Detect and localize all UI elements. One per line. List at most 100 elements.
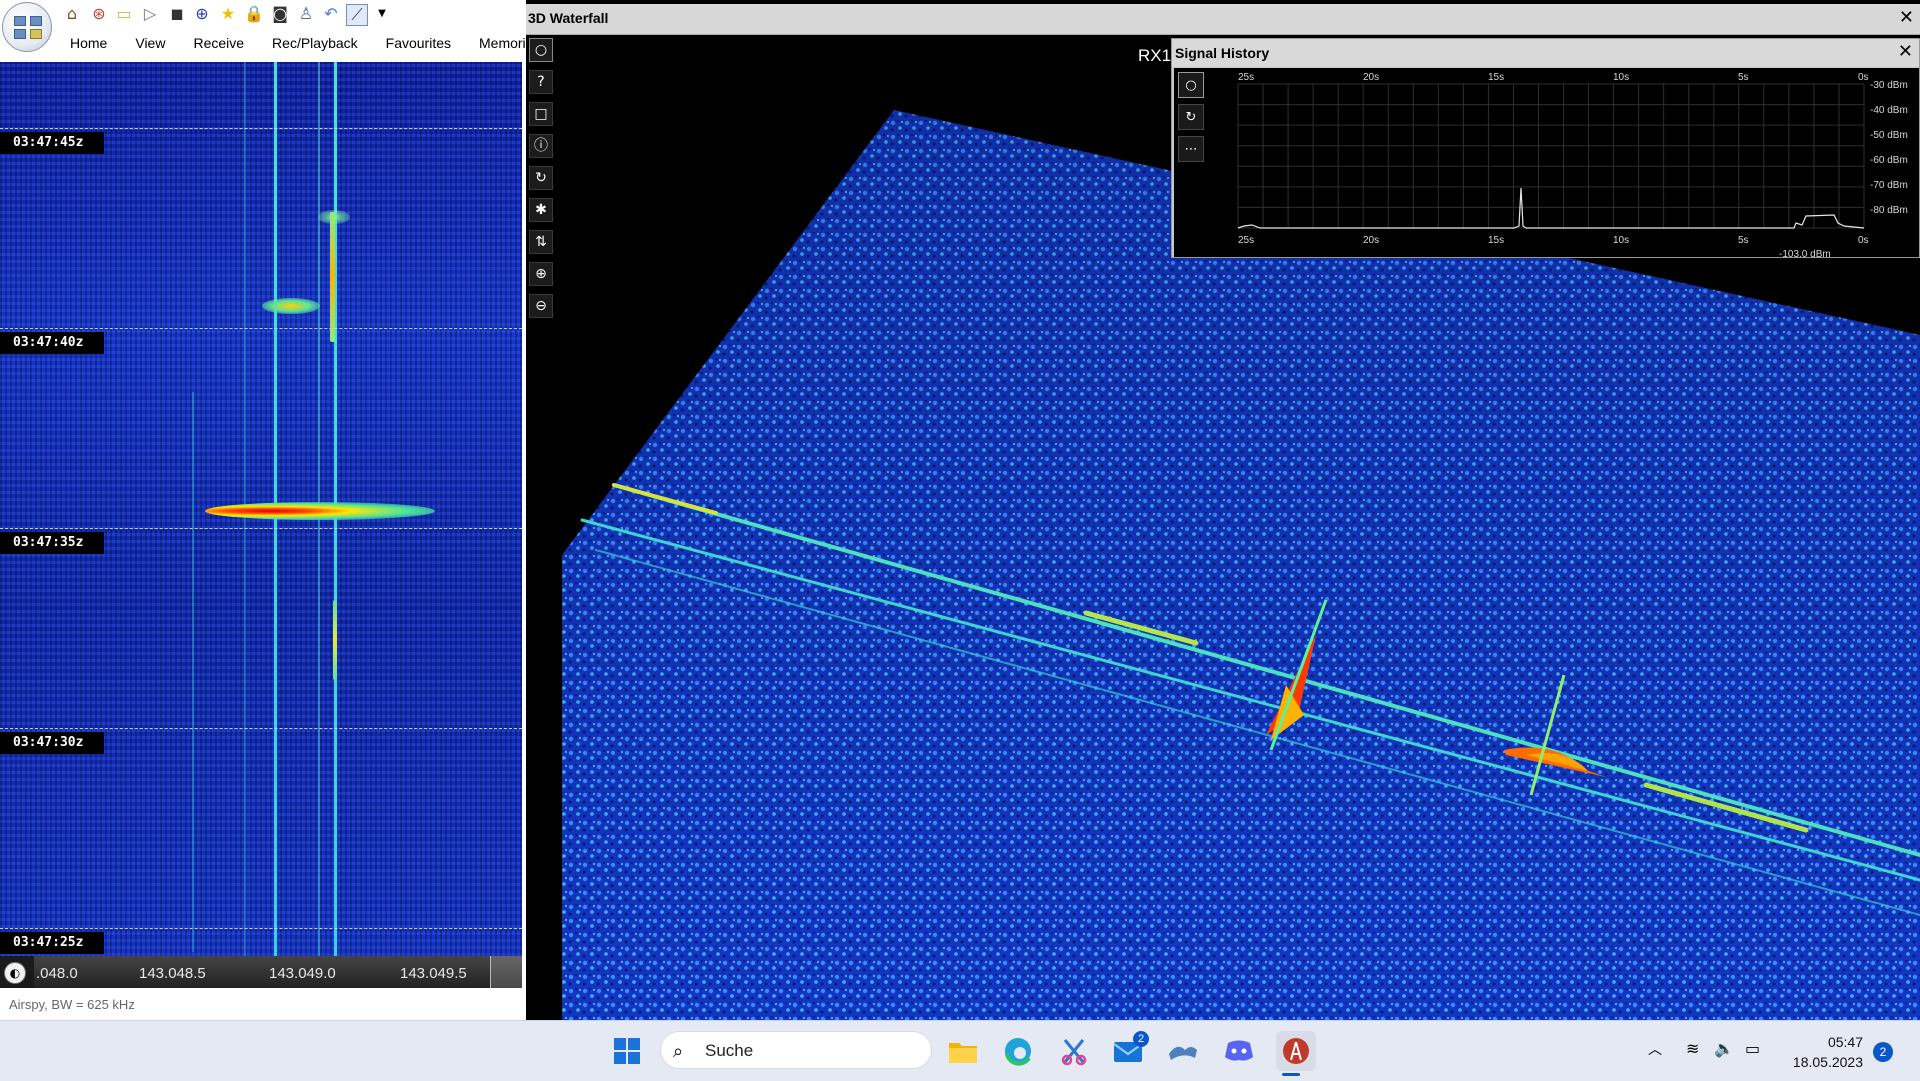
time-gridline — [0, 728, 522, 729]
timestamp-label: 03:47:40z — [0, 332, 104, 354]
notification-badge[interactable]: 2 — [1873, 1042, 1893, 1062]
edge-icon[interactable] — [1002, 1035, 1034, 1067]
signal-history-trace — [1237, 187, 1865, 229]
time-tick-label: 15s — [1488, 235, 1504, 246]
receiver-label: RX1 — [1138, 46, 1172, 65]
window-titlebar[interactable]: Signal History ✕ — [1172, 39, 1919, 67]
stop-icon[interactable]: ◼ — [167, 4, 187, 24]
plus-circle-icon[interactable]: ⊕ — [192, 4, 212, 24]
time-tick-label: 0s — [1858, 72, 1869, 83]
menu-home[interactable]: Home — [70, 32, 107, 54]
time-gridline — [0, 128, 522, 129]
menu-receive[interactable]: Receive — [193, 32, 244, 54]
play-icon[interactable]: ▷ — [140, 4, 160, 24]
status-bar-text: Airspy, BW = 625 kHz — [9, 997, 135, 1012]
user-icon[interactable]: ♙ — [296, 4, 316, 24]
weather-icon[interactable] — [1167, 1035, 1199, 1067]
level-tick-label: -30 dBm — [1870, 80, 1908, 91]
ribbon-menu-bar: Home View Receive Rec/Playback Favourite… — [56, 32, 547, 54]
time-tick-label: 5s — [1738, 72, 1749, 83]
frequency-label: .048.0 — [36, 965, 78, 982]
lifebuoy-icon[interactable]: ⊛ — [89, 4, 109, 24]
application-menu-button[interactable] — [2, 2, 52, 52]
time-tick-label: 15s — [1488, 72, 1504, 83]
folder-icon[interactable]: ▭ — [114, 4, 134, 24]
signal-burst — [205, 502, 435, 520]
waterfall-2d-display[interactable]: 03:47:45z 03:47:40z 03:47:35z 03:47:30z … — [0, 62, 522, 956]
quick-access-toolbar: ⌂ ⊛ ▭ ▷ ◼ ⊕ ★ 🔒 ◙ ♙ ↶ ⟋ ▼ — [0, 0, 526, 52]
time-gridline — [0, 528, 522, 529]
signal-burst — [330, 212, 335, 342]
star-icon[interactable]: ★ — [218, 4, 238, 24]
time-tick-label: 20s — [1363, 72, 1379, 83]
frequency-label: 143.049.0 — [269, 965, 336, 982]
level-tick-label: -70 dBm — [1870, 180, 1908, 191]
camera-icon[interactable]: ◙ — [270, 4, 290, 24]
level-tick-label: -80 dBm — [1870, 205, 1908, 216]
window-titlebar[interactable]: 3D Waterfall ✕ — [526, 4, 1920, 35]
active-app-indicator — [1282, 1073, 1300, 1076]
sdr-app-icon[interactable] — [1276, 1031, 1316, 1071]
signal-burst — [333, 600, 337, 680]
frequency-label: 143.048.5 — [139, 965, 206, 982]
circle-icon[interactable]: ○ — [1178, 72, 1204, 98]
snipping-tool-icon[interactable] — [1058, 1035, 1090, 1067]
menu-view[interactable]: View — [135, 32, 165, 54]
close-icon[interactable]: ✕ — [1898, 41, 1913, 62]
time-tick-label: 10s — [1613, 235, 1629, 246]
chart-icon[interactable]: ⟋ — [346, 4, 368, 26]
undo-icon[interactable]: ↶ — [321, 4, 341, 24]
refresh-icon[interactable]: ↻ — [1178, 104, 1204, 130]
lock-icon[interactable]: 🔒 — [244, 4, 264, 24]
time-tick-label: 20s — [1363, 235, 1379, 246]
level-tick-label: -50 dBm — [1870, 130, 1908, 141]
dropdown-arrow-icon[interactable]: ▼ — [372, 4, 392, 24]
sdr-main-window: ⌂ ⊛ ▭ ▷ ◼ ⊕ ★ 🔒 ◙ ♙ ↶ ⟋ ▼ Home View Rece… — [0, 0, 557, 1020]
close-icon[interactable]: ✕ — [1899, 7, 1914, 28]
file-explorer-icon[interactable] — [947, 1035, 979, 1067]
time-tick-label: 5s — [1738, 235, 1749, 246]
level-readout: -103.0 dBm — [1779, 249, 1831, 257]
taskbar-search-box[interactable]: ⌕ Suche — [660, 1031, 932, 1069]
signal-history-plot[interactable]: 25s 20s 15s 10s 5s 0s 25s 20s 15s 10s 5s… — [1174, 68, 1919, 257]
home-icon[interactable]: ⌂ — [62, 4, 82, 24]
frequency-label: 143.049.5 — [400, 965, 467, 982]
chevron-up-icon[interactable]: ︿ — [1648, 1039, 1662, 1059]
time-gridline — [0, 928, 522, 929]
clock-time: 05:47 — [1827, 1034, 1863, 1050]
timestamp-label: 03:47:45z — [0, 132, 104, 154]
tuning-control-icon[interactable]: ◐ — [4, 962, 26, 984]
windows-taskbar: ⌕ Suche 2 ︿ ≋ 🔈 ▭ 05:47 18.05.2023 2 — [0, 1020, 1920, 1081]
window-title: Signal History — [1175, 45, 1270, 61]
timestamp-label: 03:47:25z — [0, 932, 104, 954]
time-gridline — [0, 328, 522, 329]
frequency-scale[interactable]: .048.0 143.048.5 143.049.0 143.049.5 — [34, 956, 557, 988]
signal-history-toolbar: ○ ↻ ⋯ — [1178, 72, 1204, 168]
speaker-icon[interactable]: 🔈 — [1714, 1039, 1734, 1058]
windows-start-icon[interactable] — [611, 1035, 643, 1067]
more-icon[interactable]: ⋯ — [1178, 136, 1204, 162]
wifi-icon[interactable]: ≋ — [1686, 1039, 1699, 1058]
frequency-bar: ◐ .048.0 143.048.5 143.049.0 143.049.5 — [0, 956, 557, 988]
time-tick-label: 25s — [1238, 235, 1254, 246]
time-tick-label: 10s — [1613, 72, 1629, 83]
signal-burst — [262, 298, 320, 314]
level-tick-label: -60 dBm — [1870, 155, 1908, 166]
clock-date: 18.05.2023 — [1792, 1054, 1863, 1070]
search-placeholder: Suche — [705, 1041, 754, 1060]
time-tick-label: 0s — [1858, 235, 1869, 246]
signal-history-window: Signal History ✕ 25s 20s 15s 10s 5s 0s 2… — [1171, 38, 1920, 258]
timestamp-label: 03:47:30z — [0, 732, 104, 754]
taskbar-clock[interactable]: 05:47 18.05.2023 — [1788, 1032, 1863, 1072]
time-tick-label: 25s — [1238, 72, 1254, 83]
search-icon: ⌕ — [673, 1041, 684, 1062]
discord-icon[interactable] — [1223, 1035, 1255, 1067]
plot-grid — [1237, 84, 1865, 229]
battery-icon[interactable]: ▭ — [1745, 1039, 1760, 1058]
level-tick-label: -40 dBm — [1870, 105, 1908, 116]
menu-rec-playback[interactable]: Rec/Playback — [272, 32, 358, 54]
window-title: 3D Waterfall — [528, 10, 609, 26]
signal-trace — [192, 392, 194, 952]
mail-badge: 2 — [1133, 1031, 1149, 1047]
menu-favourites[interactable]: Favourites — [386, 32, 451, 54]
